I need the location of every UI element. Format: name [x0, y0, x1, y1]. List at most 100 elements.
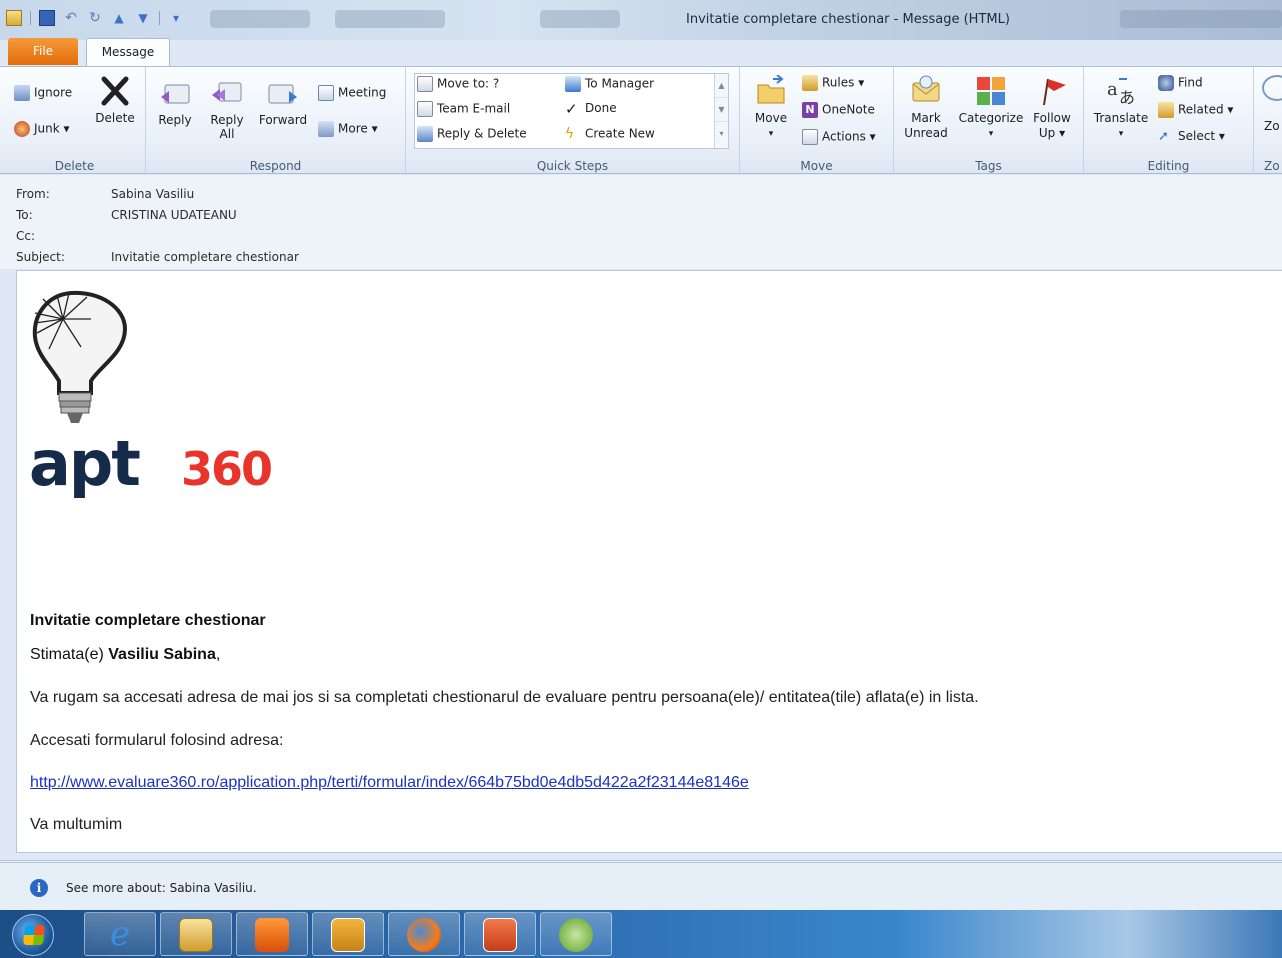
to-value[interactable]: CRISTINA UDATEANU	[111, 208, 237, 222]
rules-button[interactable]: Rules ▾	[802, 75, 864, 91]
categorize-button[interactable]: Categorize ▾	[954, 75, 1028, 139]
related-button[interactable]: Related ▾	[1158, 102, 1233, 118]
quick-steps-scrollbar[interactable]: ▲ ▼ ▾	[714, 74, 728, 148]
from-row: From: Sabina Vasiliu	[16, 187, 194, 201]
delete-button[interactable]: Delete	[90, 75, 140, 125]
reply-all-button[interactable]: Reply All	[202, 77, 252, 141]
zoom-group: Zo Zo	[1254, 67, 1282, 175]
reply-all-icon	[212, 82, 242, 102]
media-player-icon	[255, 918, 289, 952]
ribbon-tabs: File Message	[0, 38, 1282, 67]
greeting: Stimata(e) Vasiliu Sabina,	[30, 646, 221, 663]
gallery-expand-icon[interactable]: ▾	[715, 122, 728, 146]
related-icon	[1158, 102, 1174, 118]
scroll-down-icon[interactable]: ▼	[715, 98, 728, 122]
group-label-move: Move	[800, 159, 833, 173]
window-title: Invitatie completare chestionar - Messag…	[686, 12, 1010, 27]
junk-button[interactable]: Junk ▾	[14, 121, 70, 137]
group-label-delete: Delete	[54, 159, 95, 173]
powerpoint-icon	[483, 918, 517, 952]
previous-item-icon[interactable]: ▲	[111, 10, 127, 26]
firefox-icon	[407, 918, 441, 952]
people-pane: i See more about: Sabina Vasiliu.	[0, 860, 1282, 912]
taskbar: e	[0, 910, 1282, 958]
quick-step-to-manager[interactable]: To Manager	[565, 76, 654, 92]
group-label-respond: Respond	[249, 159, 302, 173]
move-button[interactable]: Move ▾	[746, 75, 796, 139]
group-label-quick-steps: Quick Steps	[536, 159, 609, 173]
quick-steps-gallery: Move to: ? Team E-mail Reply & Delete To…	[414, 73, 729, 149]
move-group: Move ▾ Rules ▾ N OneNote Actions ▾ Move	[740, 67, 894, 175]
save-icon[interactable]	[39, 10, 55, 26]
separator	[159, 11, 160, 25]
actions-button[interactable]: Actions ▾	[802, 129, 876, 145]
find-button[interactable]: Find	[1158, 75, 1203, 91]
logo-text-360: 360	[181, 442, 271, 496]
tab-message[interactable]: Message	[86, 38, 170, 67]
mark-unread-button[interactable]: Mark Unread	[898, 75, 954, 141]
follow-up-button[interactable]: Follow Up ▾	[1028, 75, 1076, 141]
quick-access-toolbar: ↶ ↻ ▲ ▼ ▾	[6, 10, 184, 26]
title-bar: ↶ ↻ ▲ ▼ ▾ Invitatie completare chestiona…	[0, 0, 1282, 40]
taskbar-greenshot[interactable]	[540, 912, 612, 956]
move-to-icon	[417, 76, 433, 92]
envelope-icon	[6, 10, 22, 26]
more-button[interactable]: More ▾	[318, 121, 378, 137]
translate-button[interactable]: a あ Translate ▾	[1090, 75, 1152, 139]
taskbar-firefox[interactable]	[388, 912, 460, 956]
zoom-button[interactable]: Zo	[1264, 119, 1280, 133]
quick-step-create-new[interactable]: ϟ Create New	[565, 126, 655, 142]
folder-move-icon	[757, 75, 785, 104]
survey-link[interactable]: http://www.evaluare360.ro/application.ph…	[30, 774, 749, 792]
paragraph-instructions: Va rugam sa accesati adresa de mai jos s…	[30, 689, 979, 706]
next-item-icon[interactable]: ▼	[135, 10, 151, 26]
taskbar-media-player[interactable]	[236, 912, 308, 956]
editing-group: a あ Translate ▾ Find Related ▾ ➚ Select ▾ …	[1084, 67, 1254, 175]
select-button[interactable]: ➚ Select ▾	[1158, 129, 1225, 144]
tags-group: Mark Unread Categorize ▾ Follow Up ▾ Tags	[894, 67, 1084, 175]
from-value[interactable]: Sabina Vasiliu	[111, 187, 194, 201]
onenote-icon: N	[802, 102, 818, 118]
recipient-name: Vasiliu Sabina	[108, 646, 216, 663]
ribbon: Ignore Junk ▾ Delete Delete Reply Reply …	[0, 66, 1282, 175]
to-row: To: CRISTINA UDATEANU	[16, 208, 237, 222]
taskbar-file-explorer[interactable]	[160, 912, 232, 956]
subject-row: Subject: Invitatie completare chestionar	[16, 250, 299, 264]
svg-text:あ: あ	[1119, 88, 1135, 107]
taskbar-powerpoint[interactable]	[464, 912, 536, 956]
undo-icon[interactable]: ↶	[63, 10, 79, 26]
file-explorer-icon	[179, 918, 213, 952]
quick-step-done[interactable]: ✓ Done	[565, 101, 617, 116]
onenote-button[interactable]: N OneNote	[802, 102, 875, 118]
envelope-unread-icon	[912, 75, 940, 102]
rules-icon	[802, 75, 818, 91]
tab-file[interactable]: File	[8, 38, 78, 65]
customize-toolbar-icon[interactable]: ▾	[168, 10, 184, 26]
start-button[interactable]	[12, 914, 54, 956]
meeting-button[interactable]: Meeting	[318, 85, 386, 101]
group-label-tags: Tags	[975, 159, 1002, 173]
scroll-up-icon[interactable]: ▲	[715, 74, 728, 98]
calendar-icon	[318, 85, 334, 101]
quick-step-move-to[interactable]: Move to: ?	[417, 76, 499, 92]
people-pane-text[interactable]: See more about: Sabina Vasiliu.	[66, 881, 257, 895]
closing-text: Va multumim	[30, 816, 123, 833]
ignore-button[interactable]: Ignore	[14, 85, 72, 101]
background-window-tab	[1120, 10, 1282, 28]
quick-step-reply-delete[interactable]: Reply & Delete	[417, 126, 527, 142]
taskbar-internet-explorer[interactable]: e	[84, 912, 156, 956]
taskbar-outlook[interactable]	[312, 912, 384, 956]
apt360-logo: apt 360	[29, 290, 273, 500]
delete-x-icon	[101, 76, 129, 106]
redo-icon[interactable]: ↻	[87, 10, 103, 26]
reply-button[interactable]: Reply	[152, 77, 198, 127]
background-window-tab	[335, 10, 445, 28]
background-window-tab	[210, 10, 310, 28]
quick-step-team-email[interactable]: Team E-mail	[417, 101, 510, 117]
zoom-icon[interactable]	[1262, 75, 1282, 101]
team-email-icon	[417, 101, 433, 117]
forward-button[interactable]: Forward	[254, 77, 312, 127]
windows-logo-icon	[22, 925, 46, 945]
lightning-icon: ϟ	[565, 126, 575, 142]
to-label: To:	[16, 208, 33, 222]
